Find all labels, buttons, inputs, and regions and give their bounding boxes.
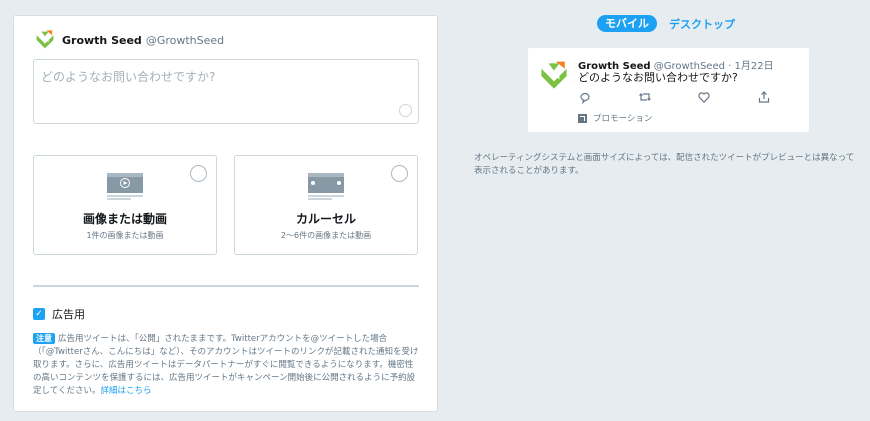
media-option-title: 画像または動画 <box>82 212 167 226</box>
radio-image-video[interactable] <box>190 165 207 182</box>
preview-tweet-text: どのようなお問い合わせですか? <box>578 71 738 84</box>
tab-desktop[interactable]: デスクトップ <box>669 16 735 32</box>
preview-actions <box>578 90 778 104</box>
reply-icon <box>580 92 590 104</box>
growth-seed-logo-icon <box>33 28 57 52</box>
preview-device-toggle: モバイル デスクトップ <box>597 15 735 32</box>
tweet-input-placeholder: どのようなお問い合わせですか? <box>41 70 216 84</box>
carousel-icon <box>308 173 344 200</box>
tweet-preview-card: Growth Seed @GrowthSeed · 1月22日 どのようなお問い… <box>528 48 809 132</box>
promoted-only-checkbox[interactable]: ✓ <box>33 308 45 320</box>
promoted-icon <box>578 113 587 123</box>
promoted-only-row[interactable]: ✓ 広告用 <box>33 306 85 322</box>
note-text: 広告用ツイートは、「公開」されたままです。Twitterアカウントを@ツイートし… <box>33 334 419 396</box>
preview-disclaimer: オペレーティングシステムと画面サイズによっては、配信されたツイートがプレビューと… <box>474 153 855 176</box>
media-option-carousel[interactable]: カルーセル 2〜6件の画像または動画 <box>234 155 418 255</box>
retweet-icon <box>639 93 651 101</box>
media-option-image-video[interactable]: 画像または動画 1件の画像または動画 <box>33 155 217 255</box>
promoted-indicator: プロモーション <box>578 112 652 124</box>
growth-seed-logo-icon <box>536 58 572 94</box>
promoted-note: 注意 広告用ツイートは、「公開」されたままです。Twitterアカウントを@ツイー… <box>33 333 421 398</box>
tweet-composer-panel: Growth Seed @GrowthSeed どのようなお問い合わせですか? … <box>13 15 438 412</box>
learn-more-link[interactable]: 詳細はこちら <box>101 386 152 396</box>
account-handle: @GrowthSeed <box>145 33 225 47</box>
share-icon <box>758 91 770 103</box>
tweet-text-input[interactable]: どのようなお問い合わせですか? <box>33 59 419 124</box>
tab-mobile[interactable]: モバイル <box>597 15 657 32</box>
media-option-subtitle: 2〜6件の画像または動画 <box>280 231 372 240</box>
promoted-label: プロモーション <box>593 114 653 124</box>
account-header: Growth Seed @GrowthSeed <box>33 28 224 52</box>
like-icon <box>698 92 710 103</box>
media-option-subtitle: 1件の画像または動画 <box>86 231 164 240</box>
character-counter-icon <box>399 104 412 117</box>
section-divider <box>33 285 419 287</box>
radio-carousel[interactable] <box>391 165 408 182</box>
image-video-icon <box>107 173 143 200</box>
media-option-title: カルーセル <box>295 212 356 226</box>
account-name: Growth Seed <box>62 33 142 47</box>
promoted-only-label: 広告用 <box>52 308 85 321</box>
note-badge: 注意 <box>33 333 55 344</box>
